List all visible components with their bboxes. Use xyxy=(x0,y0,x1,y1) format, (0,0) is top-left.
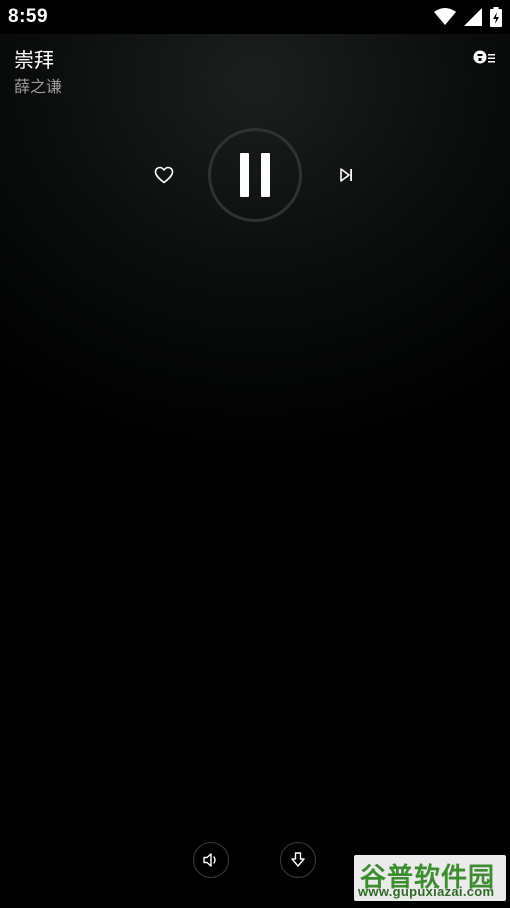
song-title: 崇拜 xyxy=(14,50,54,72)
volume-icon xyxy=(203,853,216,867)
status-bar: 8:59 xyxy=(0,0,510,34)
download-button[interactable] xyxy=(280,842,316,878)
watermark: 谷普软件园 www.gupuxiazai.com xyxy=(354,855,506,901)
skip-next-icon xyxy=(340,168,352,182)
heart-outline-icon xyxy=(154,166,174,184)
status-time: 8:59 xyxy=(8,6,49,27)
status-icons xyxy=(434,6,502,28)
next-track-button[interactable] xyxy=(334,163,358,187)
battery-charging-icon xyxy=(490,7,502,27)
cell-signal-icon xyxy=(464,8,482,26)
like-button[interactable] xyxy=(152,163,176,187)
player-screen: 8:59 崇拜 薛之谦 谷普软件园 www.gupuxiazai.com xyxy=(0,0,510,908)
playlist-icon xyxy=(473,50,495,64)
wifi-icon xyxy=(434,8,456,25)
play-pause-button[interactable] xyxy=(208,128,302,222)
song-artist: 薛之谦 xyxy=(14,79,63,96)
playlist-button[interactable] xyxy=(472,46,496,68)
pause-icon xyxy=(234,153,276,197)
volume-button[interactable] xyxy=(193,842,229,878)
download-icon xyxy=(291,852,305,867)
watermark-url: www.gupuxiazai.com xyxy=(358,884,495,899)
